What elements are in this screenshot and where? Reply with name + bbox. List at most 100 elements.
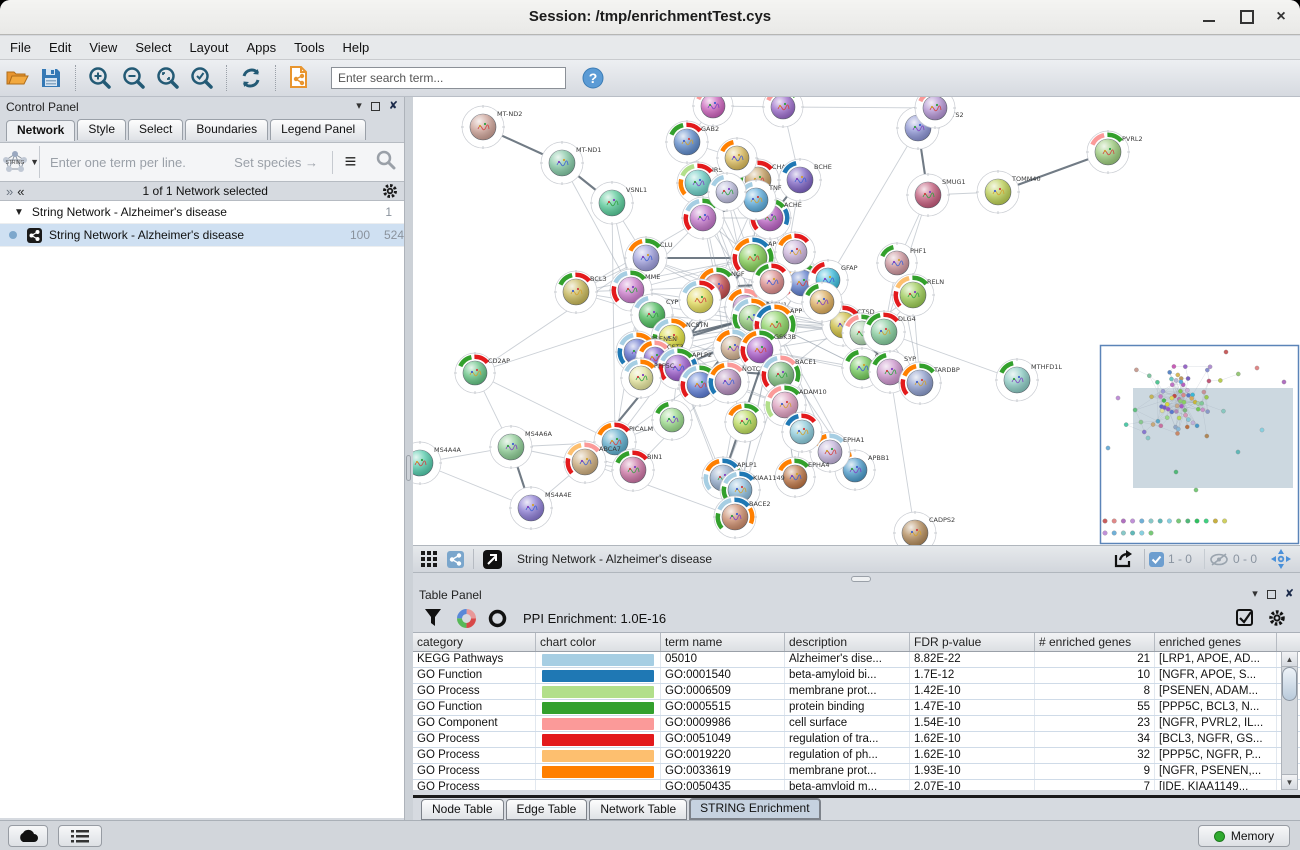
scroll-down-icon[interactable]: ▼ <box>1282 774 1297 789</box>
table-row[interactable]: GO ProcessGO:0006509membrane prot...1.42… <box>413 684 1300 700</box>
maximize-button[interactable] <box>1240 10 1254 24</box>
hidden-eye-icon[interactable] <box>1209 552 1229 567</box>
menu-item-edit[interactable]: Edit <box>49 40 71 55</box>
network-canvas[interactable]: MT-ND2MT-ND1VSNL1GAB2IRS1CHATBCHEACHETNF… <box>413 97 1300 545</box>
column-header-5[interactable]: # enriched genes <box>1035 633 1155 651</box>
network-node-BCL3[interactable]: BCL3 <box>554 270 607 314</box>
tab-style[interactable]: Style <box>77 119 126 140</box>
menu-item-view[interactable]: View <box>89 40 117 55</box>
column-header-4[interactable]: FDR p-value <box>910 633 1035 651</box>
tab-edge-table[interactable]: Edge Table <box>506 799 588 820</box>
network-options-gear-icon[interactable] <box>382 183 398 199</box>
menu-item-select[interactable]: Select <box>135 40 171 55</box>
table-row[interactable]: GO ProcessGO:0051049regulation of tra...… <box>413 732 1300 748</box>
network-node-TARDBP[interactable]: TARDBP <box>898 361 960 405</box>
network-node-DLG4[interactable]: DLG4 <box>862 310 916 354</box>
table-row[interactable]: KEGG Pathways05010Alzheimer's dise...8.8… <box>413 652 1300 668</box>
column-header-1[interactable]: chart color <box>536 633 661 651</box>
network-node-GAB2[interactable]: GAB2 <box>665 120 719 164</box>
menu-item-file[interactable]: File <box>10 40 31 55</box>
menu-item-apps[interactable]: Apps <box>247 40 277 55</box>
zoom-out-icon[interactable] <box>119 63 149 93</box>
table-panel-close-icon[interactable]: ✘ <box>1285 589 1294 600</box>
menu-item-layout[interactable]: Layout <box>189 40 228 55</box>
network-view[interactable]: MT-ND2MT-ND1VSNL1GAB2IRS1CHATBCHEACHETNF… <box>413 97 1300 545</box>
pan-compass-icon[interactable] <box>1270 548 1292 570</box>
table-row[interactable]: GO ProcessGO:0019220regulation of ph...1… <box>413 748 1300 764</box>
settings-gear-icon[interactable] <box>1268 609 1286 627</box>
network-from-file-icon[interactable] <box>285 63 315 93</box>
cloud-services-button[interactable] <box>8 825 48 847</box>
column-header-0[interactable]: category <box>413 633 536 651</box>
network-row[interactable]: String Network - Alzheimer's disease 100… <box>0 224 404 247</box>
network-node-CD2AP[interactable]: CD2AP <box>454 352 510 394</box>
network-node-SMUG1[interactable]: SMUG1 <box>906 173 966 217</box>
remove-chart-icon[interactable] <box>488 609 507 628</box>
tab-node-table[interactable]: Node Table <box>421 799 504 820</box>
network-node-BIN1[interactable]: BIN1 <box>611 448 662 492</box>
network-node-VSNL1[interactable]: VSNL1 <box>590 181 647 225</box>
tab-network[interactable]: Network <box>6 120 75 141</box>
network-node[interactable] <box>651 399 693 441</box>
table-row[interactable]: GO ComponentGO:0009986cell surface1.54E-… <box>413 716 1300 732</box>
menu-item-help[interactable]: Help <box>343 40 370 55</box>
network-node-CADPS2[interactable]: CADPS2 <box>893 511 955 545</box>
zoom-selected-icon[interactable] <box>187 63 217 93</box>
table-panel-menu-icon[interactable]: ▾ <box>1252 589 1258 600</box>
panel-close-icon[interactable]: ✘ <box>389 101 398 112</box>
open-session-button[interactable] <box>2 63 32 93</box>
grid-view-icon[interactable] <box>421 551 437 567</box>
close-button[interactable]: × <box>1274 10 1288 24</box>
network-node-MS4A6A[interactable]: MS4A6A <box>489 425 552 469</box>
network-node-TOMM40[interactable]: TOMM40 <box>976 170 1041 214</box>
task-history-button[interactable] <box>58 825 102 847</box>
network-node-MT-ND2[interactable]: MT-ND2 <box>461 105 522 149</box>
column-header-2[interactable]: term name <box>661 633 785 651</box>
network-node[interactable] <box>692 97 734 127</box>
help-icon[interactable]: ? <box>578 63 608 93</box>
tab-network-table[interactable]: Network Table <box>589 799 687 820</box>
scrollbar-thumb[interactable] <box>1282 667 1297 701</box>
network-collection-row[interactable]: ▼ String Network - Alzheimer's disease 1 <box>0 201 404 224</box>
panel-float-icon[interactable] <box>371 102 380 111</box>
network-node-RELN[interactable]: RELN <box>891 273 944 317</box>
network-node-BCHE[interactable]: BCHE <box>778 158 832 202</box>
birds-eye-toggle-icon[interactable] <box>447 551 464 568</box>
search-input[interactable] <box>331 67 566 89</box>
network-node-MS4A4A[interactable]: MS4A4A <box>413 441 461 485</box>
enrichment-table[interactable]: categorychart colorterm namedescriptionF… <box>413 632 1300 790</box>
tab-legend-panel[interactable]: Legend Panel <box>270 119 366 140</box>
column-header-6[interactable]: enriched genes <box>1155 633 1277 651</box>
expand-all-icon[interactable]: » <box>6 184 13 199</box>
memory-button[interactable]: Memory <box>1198 825 1290 847</box>
horizontal-splitter[interactable] <box>413 573 1300 585</box>
panel-menu-icon[interactable]: ▾ <box>356 101 362 112</box>
export-network-icon[interactable] <box>1113 549 1135 569</box>
vertical-splitter[interactable] <box>405 97 413 820</box>
table-row[interactable]: GO FunctionGO:0005515protein binding1.47… <box>413 700 1300 716</box>
table-vertical-scrollbar[interactable]: ▲ ▼ <box>1281 651 1298 790</box>
network-node-BACE2[interactable]: BACE2 <box>713 495 771 539</box>
table-panel-float-icon[interactable] <box>1267 590 1276 599</box>
selected-checkbox-icon[interactable] <box>1149 552 1164 567</box>
birds-eye-view[interactable] <box>1101 346 1299 544</box>
minimize-button[interactable] <box>1202 10 1216 24</box>
zoom-in-icon[interactable] <box>85 63 115 93</box>
network-node-MTHFD1L[interactable]: MTHFD1L <box>995 358 1062 402</box>
table-row[interactable]: GO FunctionGO:0001540beta-amyloid bi...1… <box>413 668 1300 684</box>
zoom-fit-icon[interactable] <box>153 63 183 93</box>
filter-icon[interactable] <box>425 609 441 627</box>
network-node-PVRL2[interactable]: PVRL2 <box>1086 130 1143 174</box>
string-options-icon[interactable]: ≡ <box>332 151 368 174</box>
collapse-caret-icon[interactable]: ▼ <box>14 207 24 218</box>
table-row[interactable]: GO ProcessGO:0050435beta-amyloid m...2.0… <box>413 780 1300 790</box>
enrichment-chart-icon[interactable] <box>457 609 476 628</box>
scroll-up-icon[interactable]: ▲ <box>1282 652 1297 667</box>
tab-select[interactable]: Select <box>128 119 183 140</box>
select-all-checkbox-icon[interactable] <box>1236 609 1254 627</box>
string-term-input[interactable]: Enter one term per line. <box>40 155 234 170</box>
network-node-MS4A4E[interactable]: MS4A4E <box>509 486 572 530</box>
string-logo-icon[interactable]: STRING ▼ <box>0 146 40 178</box>
annotation-mode-icon[interactable] <box>483 550 502 569</box>
tab-string-enrichment[interactable]: STRING Enrichment <box>689 798 820 820</box>
